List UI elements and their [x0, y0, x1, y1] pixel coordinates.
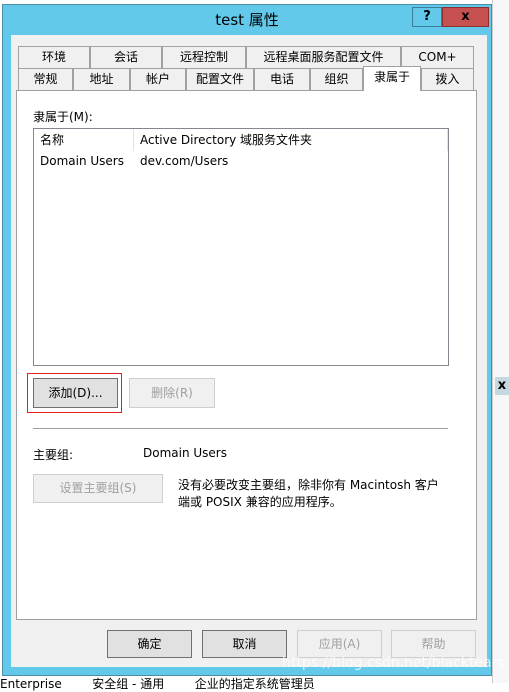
tab-2-tabs_row2[interactable]: 地址 [73, 68, 130, 90]
primary-group-value: Domain Users [143, 446, 227, 460]
group-folder: dev.com/Users [140, 154, 229, 168]
member-of-label: 隶属于(M): [33, 110, 93, 124]
tab-5-tabs_row1[interactable]: COM+ [401, 46, 474, 68]
ok-button[interactable]: 确定 [107, 630, 192, 658]
cancel-button[interactable]: 取消 [202, 630, 287, 658]
member-of-list[interactable]: 名称 Active Directory 域服务文件夹 Domain Users … [33, 128, 449, 366]
tab-3-tabs_row1[interactable]: 远程控制 [162, 46, 246, 68]
tab-4-tabs_row2[interactable]: 配置文件 [186, 68, 254, 90]
close-button[interactable]: x [442, 7, 489, 27]
help-bottom-button[interactable]: 帮助 [391, 630, 476, 658]
background-close-icon[interactable]: x [495, 377, 509, 395]
primary-group-note-2: 端或 POSIX 兼容的应用程序。 [178, 495, 342, 509]
tab-3-tabs_row2[interactable]: 帐户 [130, 68, 186, 90]
tab-2-tabs_row1[interactable]: 会话 [90, 46, 162, 68]
column-header-name[interactable]: 名称 [34, 129, 134, 151]
remove-button[interactable]: 删除(R) [129, 378, 215, 408]
tab-4-tabs_row1[interactable]: 远程桌面服务配置文件 [246, 46, 401, 68]
tab-5-tabs_row2[interactable]: 电话 [254, 68, 310, 90]
primary-group-label: 主要组: [33, 448, 74, 462]
tab-6-tabs_row2[interactable]: 组织 [310, 68, 363, 90]
tab-1-tabs_row2[interactable]: 常规 [18, 68, 73, 90]
list-item[interactable]: Domain Users dev.com/Users [34, 151, 448, 171]
tab-8-tabs_row2[interactable]: 拨入 [421, 68, 474, 90]
watermark: https://blog.csdn.net/blacktears [282, 655, 505, 671]
group-name: Domain Users [40, 154, 124, 168]
add-button[interactable]: 添加(D)... [33, 378, 118, 408]
apply-button[interactable]: 应用(A) [297, 630, 382, 658]
column-header-folder[interactable]: Active Directory 域服务文件夹 [134, 129, 448, 151]
help-button[interactable]: ? [412, 7, 442, 27]
primary-group-note-1: 没有必要改变主要组，除非你有 Macintosh 客户 [178, 478, 439, 492]
set-primary-group-button[interactable]: 设置主要组(S) [33, 474, 163, 503]
background-window [492, 0, 509, 683]
background-row-text: Enterprise 安全组 - 通用 企业的指定系统管理员 [0, 677, 315, 691]
tab-1-tabs_row1[interactable]: 环境 [18, 46, 90, 68]
divider [33, 428, 448, 429]
tab-7-tabs_row2[interactable]: 隶属于 [363, 66, 421, 91]
